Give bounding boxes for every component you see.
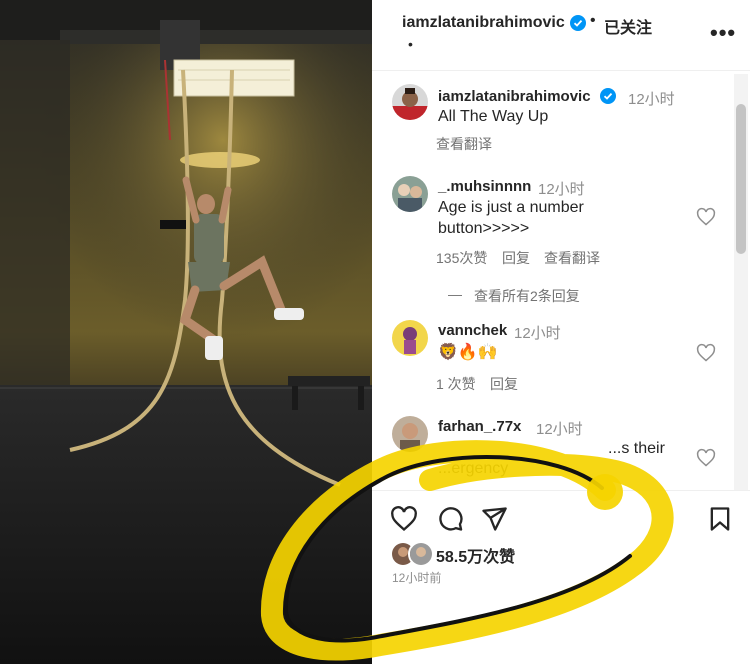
- like-comment-heart-icon[interactable]: [696, 343, 716, 363]
- profile-photo-icon: [392, 84, 428, 120]
- verified-badge-icon: [570, 15, 586, 31]
- profile-photo-icon: [410, 543, 432, 565]
- comment-text-line: Age is just a number: [438, 199, 584, 216]
- comment-translate-link[interactable]: 查看翻译: [544, 248, 600, 268]
- like-comment-heart-icon[interactable]: [696, 448, 716, 468]
- gym-rope-climb-image: [0, 0, 372, 664]
- comment-time: 12小时: [514, 325, 561, 342]
- header-username[interactable]: iamzlatanibrahimovic: [402, 14, 565, 32]
- profile-photo-icon: [392, 416, 428, 452]
- like-heart-icon[interactable]: [390, 505, 418, 533]
- caption-time: 12小时: [628, 91, 675, 108]
- post-photo[interactable]: [0, 0, 372, 664]
- comment-avatar[interactable]: [392, 176, 428, 212]
- scrollbar-thumb[interactable]: [736, 104, 746, 254]
- view-replies-link[interactable]: 查看所有2条回复: [474, 286, 580, 306]
- comment-like-count[interactable]: 1 次赞: [436, 374, 476, 394]
- comment-time: 12小时: [538, 181, 585, 198]
- comment-time: 12小时: [536, 421, 583, 438]
- follow-status-button[interactable]: 已关注: [604, 14, 652, 38]
- comment-username[interactable]: _.muhsinnnn: [438, 178, 531, 195]
- comment-bubble-icon[interactable]: [436, 505, 464, 533]
- more-options-button[interactable]: •••: [710, 20, 736, 46]
- post-actions: 58.5万次赞 12小时前: [372, 490, 750, 665]
- comment-emoji-text: 🦁🔥🙌: [438, 344, 498, 361]
- verified-badge-icon: [600, 88, 616, 104]
- comment-text-line: ...s their: [608, 440, 665, 457]
- comment-text-line: ...ergency: [438, 460, 509, 477]
- caption-username[interactable]: iamzlatanibrahimovic: [438, 88, 591, 105]
- comments-panel: iamzlatanibrahimovic • 已关注 • ••• iamzlat…: [372, 0, 750, 665]
- comment-avatar[interactable]: [392, 416, 428, 452]
- share-send-icon[interactable]: [480, 505, 508, 533]
- liker-avatar[interactable]: [408, 541, 434, 567]
- comment-username[interactable]: vannchek: [438, 322, 507, 339]
- view-replies-dash: —: [448, 286, 462, 302]
- comments-scrollbar[interactable]: [734, 74, 748, 490]
- like-comment-heart-icon[interactable]: [696, 207, 716, 227]
- comment-avatar[interactable]: [392, 320, 428, 356]
- profile-photo-icon: [392, 176, 428, 212]
- save-bookmark-icon[interactable]: [706, 505, 734, 533]
- header-separator: •: [590, 12, 596, 29]
- comment-like-count[interactable]: 135次赞: [436, 248, 487, 268]
- post-timestamp: 12小时前: [392, 571, 442, 585]
- comment-text-line: button>>>>>: [438, 220, 530, 237]
- post-header: iamzlatanibrahimovic • 已关注 • •••: [372, 0, 750, 71]
- header-sub-dot: •: [408, 36, 413, 52]
- profile-photo-icon: [392, 320, 428, 356]
- comment-reply-link[interactable]: 回复: [502, 248, 530, 268]
- caption-translate-link[interactable]: 查看翻译: [436, 134, 492, 154]
- caption-text: All The Way Up: [438, 108, 549, 125]
- comment-username[interactable]: farhan_.77x: [438, 418, 521, 435]
- caption-avatar[interactable]: [392, 84, 428, 120]
- comment-reply-link[interactable]: 回复: [490, 374, 518, 394]
- post-like-count[interactable]: 58.5万次赞: [436, 543, 515, 567]
